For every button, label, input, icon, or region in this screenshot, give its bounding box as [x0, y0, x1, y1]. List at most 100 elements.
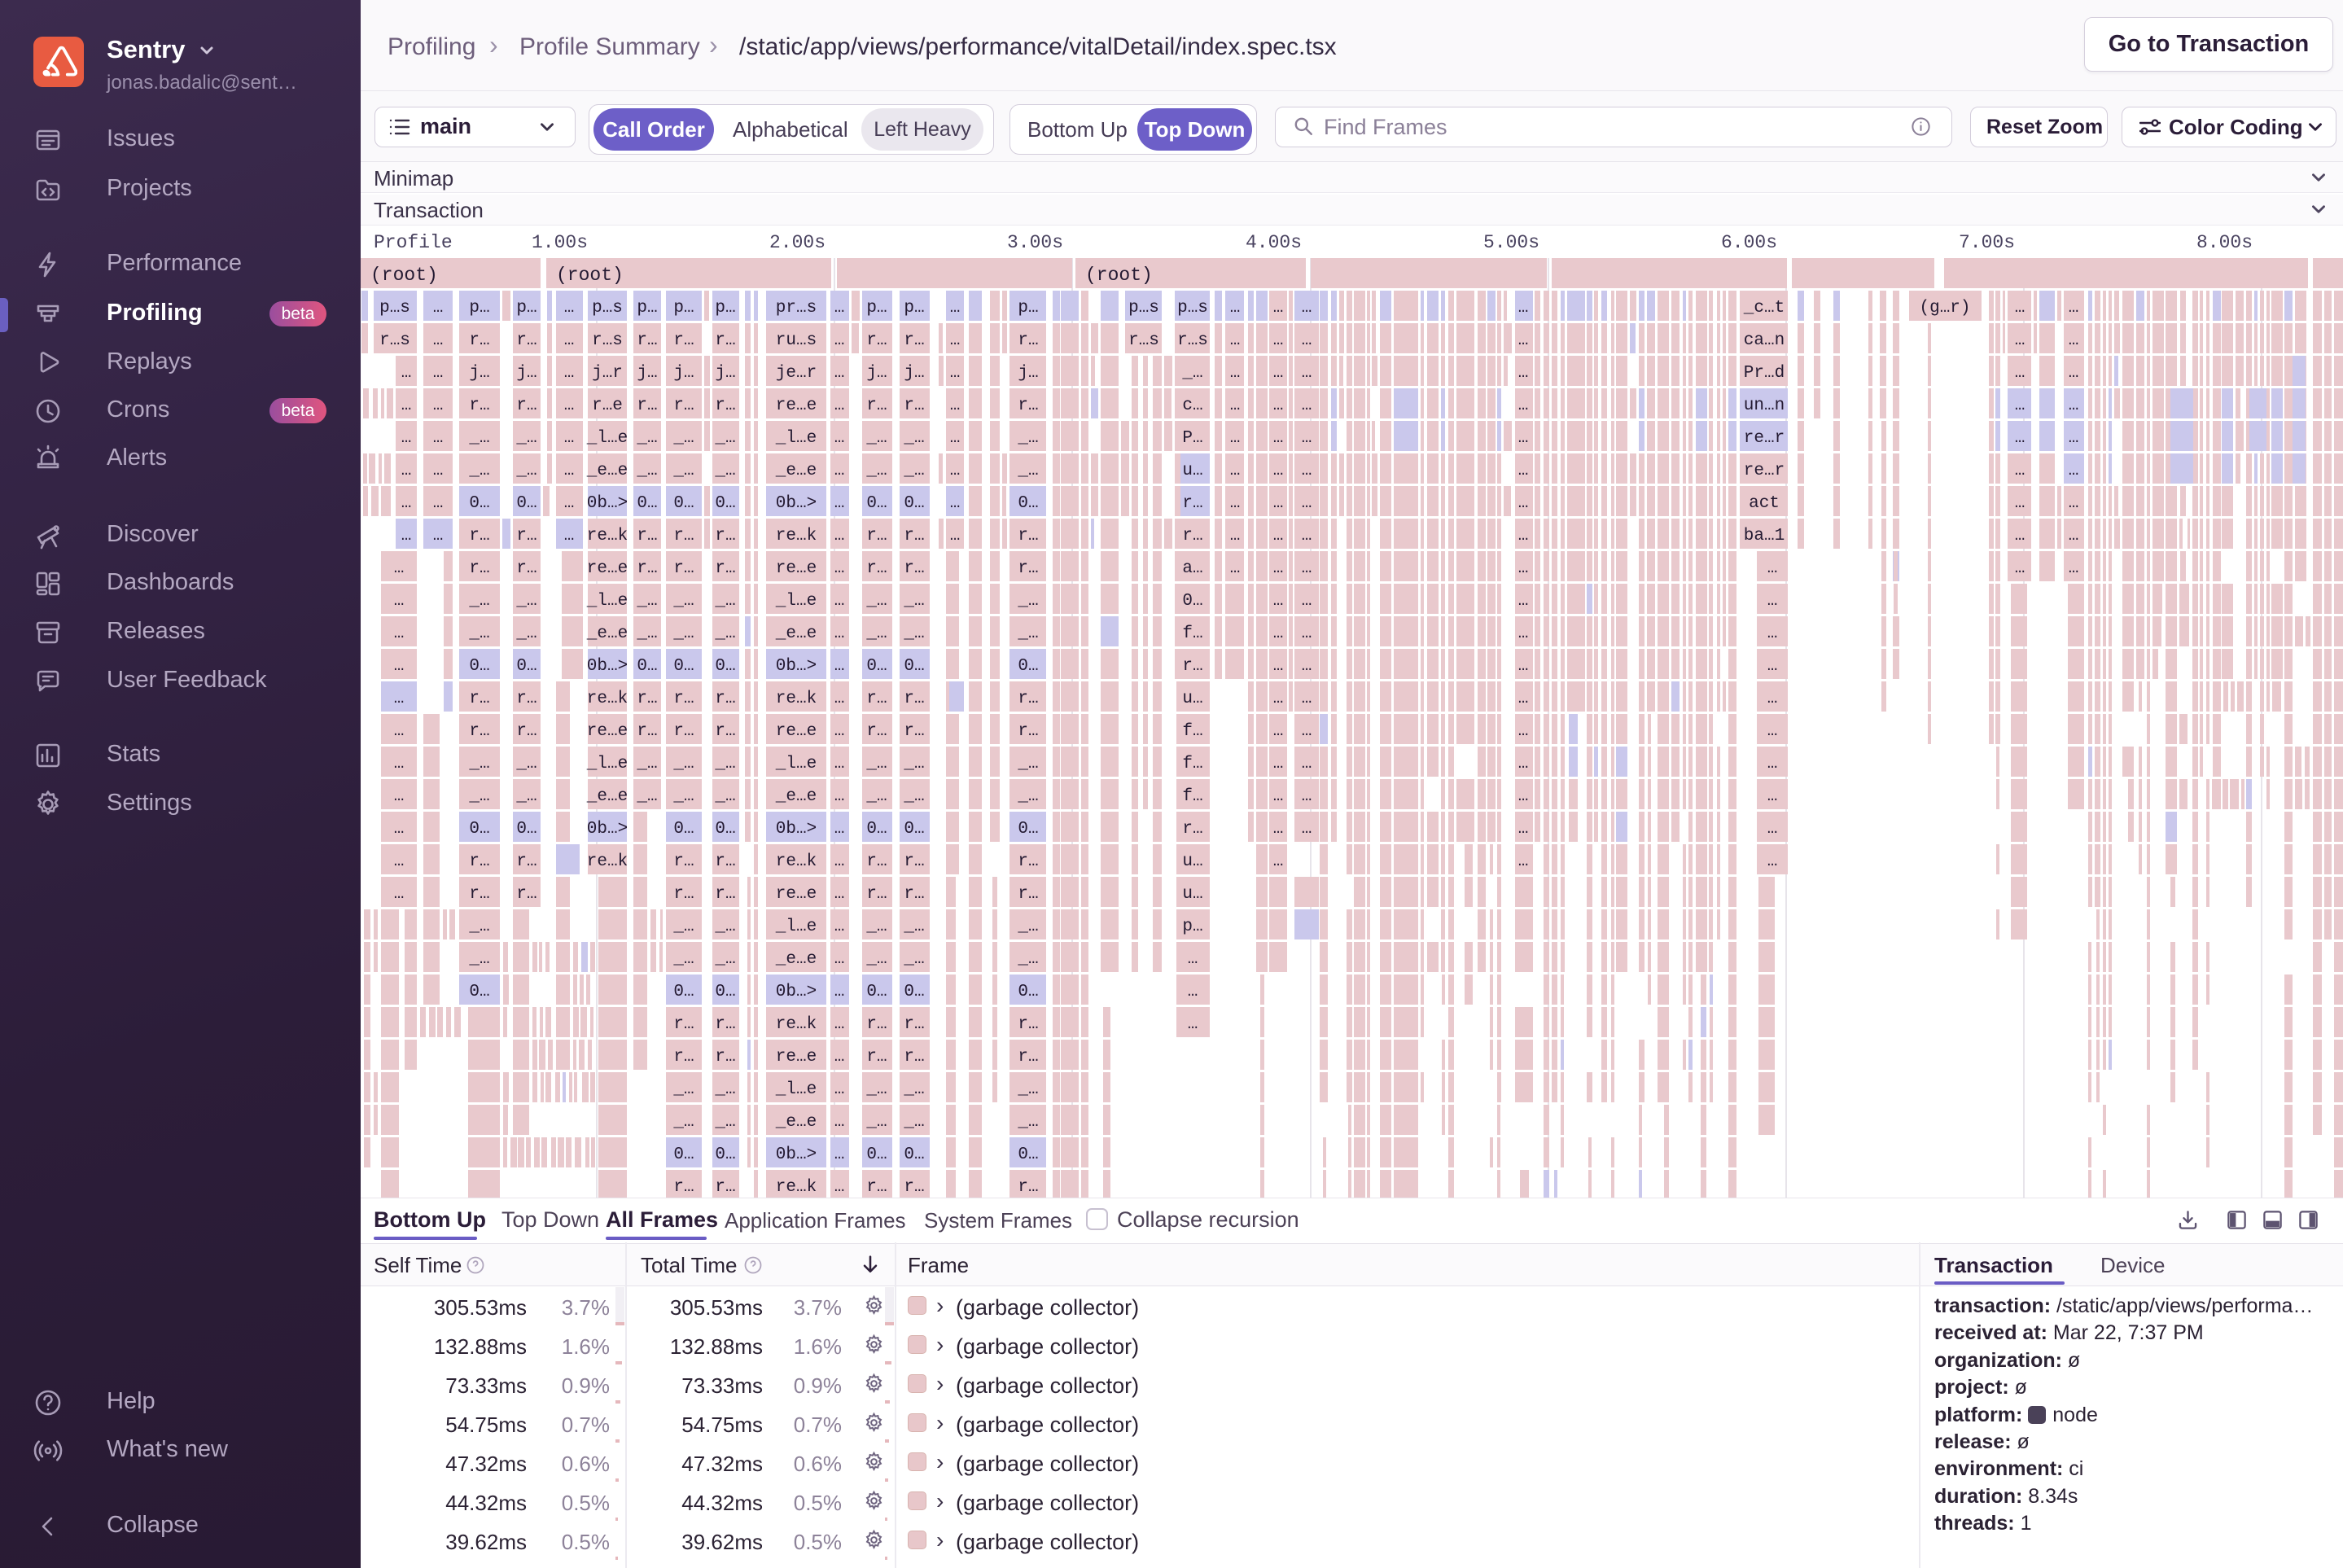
- svg-text:_…: _…: [468, 755, 489, 773]
- svg-text:0…: 0…: [516, 494, 536, 513]
- svg-text:p…: p…: [469, 299, 489, 318]
- svg-text:_…: _…: [515, 462, 536, 480]
- svg-text:…: …: [394, 787, 405, 806]
- svg-text:p…s: p…s: [592, 299, 623, 318]
- svg-text:_…: _…: [903, 592, 924, 611]
- svg-text:…: …: [950, 331, 961, 350]
- svg-text:…: …: [1767, 787, 1778, 806]
- svg-text:p…s: p…s: [379, 299, 410, 318]
- svg-text:0…: 0…: [469, 494, 489, 513]
- svg-text:r…: r…: [866, 331, 887, 350]
- svg-text:j…: j…: [637, 364, 657, 383]
- svg-text:re…k: re…k: [587, 690, 628, 708]
- svg-text:j…: j…: [673, 364, 694, 383]
- svg-text:_…: _…: [1017, 787, 1038, 806]
- svg-text:_…: _…: [714, 624, 735, 643]
- svg-text:r…: r…: [1018, 690, 1038, 708]
- svg-text:…: …: [834, 950, 845, 969]
- svg-text:_…: _…: [903, 1113, 924, 1132]
- svg-text:r…: r…: [1018, 852, 1038, 871]
- svg-text:…: …: [564, 494, 575, 513]
- svg-text:r…: r…: [866, 396, 887, 415]
- svg-text:re…e: re…e: [776, 722, 817, 741]
- svg-text:r…: r…: [673, 396, 694, 415]
- svg-text:_l…e: _l…e: [775, 592, 817, 611]
- svg-text:…: …: [2069, 527, 2079, 545]
- svg-text:…: …: [1302, 722, 1312, 741]
- svg-text:…: …: [1273, 755, 1284, 773]
- svg-text:…: …: [1273, 722, 1284, 741]
- svg-text:…: …: [2069, 364, 2079, 383]
- svg-text:_…: _…: [714, 787, 735, 806]
- svg-text:_…: _…: [672, 592, 694, 611]
- svg-text:0…: 0…: [673, 983, 694, 1001]
- svg-text:…: …: [394, 755, 405, 773]
- svg-text:_…: _…: [515, 624, 536, 643]
- svg-text:_e…e: _e…e: [586, 624, 628, 643]
- svg-text:…: …: [834, 852, 845, 871]
- svg-text:_…: _…: [714, 429, 735, 448]
- svg-text:…: …: [834, 1048, 845, 1067]
- svg-text:re…e: re…e: [776, 559, 817, 578]
- svg-text:…: …: [1302, 527, 1312, 545]
- svg-text:…: …: [1302, 755, 1312, 773]
- svg-text:0…: 0…: [516, 820, 536, 839]
- svg-text:r…: r…: [637, 722, 657, 741]
- svg-text:…: …: [2069, 559, 2079, 578]
- svg-text:r…: r…: [715, 885, 735, 904]
- svg-text:…: …: [2069, 331, 2079, 350]
- svg-text:…: …: [1188, 1015, 1198, 1034]
- svg-text:…: …: [433, 396, 444, 415]
- svg-text:0…: 0…: [866, 983, 887, 1001]
- svg-text:0…: 0…: [469, 820, 489, 839]
- svg-text:…: …: [834, 1178, 845, 1197]
- svg-text:r…: r…: [1018, 1178, 1038, 1197]
- svg-text:r…: r…: [516, 852, 536, 871]
- svg-text:_…: _…: [903, 624, 924, 643]
- svg-text:r…: r…: [469, 527, 489, 545]
- svg-text:0…: 0…: [866, 820, 887, 839]
- svg-text:…: …: [834, 1080, 845, 1099]
- svg-text:r…: r…: [904, 527, 924, 545]
- svg-text:0b…>: 0b…>: [776, 1145, 817, 1164]
- svg-text:…: …: [834, 657, 845, 676]
- svg-text:r…: r…: [1182, 527, 1202, 545]
- svg-text:p…s: p…s: [1128, 299, 1159, 318]
- svg-text:…: …: [1302, 462, 1312, 480]
- svg-text:_…: _…: [714, 1080, 735, 1099]
- svg-text:…: …: [950, 429, 961, 448]
- svg-text:…: …: [1302, 494, 1312, 513]
- svg-text:u…: u…: [1182, 885, 1202, 904]
- svg-text:r…: r…: [516, 331, 536, 350]
- svg-text:…: …: [1518, 429, 1529, 448]
- svg-text:0…: 0…: [516, 657, 536, 676]
- svg-text:_…: _…: [672, 1113, 694, 1132]
- svg-text:_…: _…: [1017, 624, 1038, 643]
- svg-text:0…: 0…: [715, 983, 735, 1001]
- svg-text:…: …: [1273, 852, 1284, 871]
- svg-text:_…: _…: [515, 787, 536, 806]
- svg-text:_…: _…: [636, 429, 657, 448]
- svg-text:0…: 0…: [715, 820, 735, 839]
- svg-text:r…: r…: [637, 559, 657, 578]
- svg-text:_…: _…: [903, 918, 924, 936]
- svg-text:re…e: re…e: [776, 885, 817, 904]
- svg-text:…: …: [834, 690, 845, 708]
- svg-text:…: …: [2069, 429, 2079, 448]
- svg-text:r…: r…: [673, 690, 694, 708]
- svg-text:j…: j…: [715, 364, 735, 383]
- svg-text:re…k: re…k: [776, 852, 817, 871]
- svg-text:…: …: [433, 364, 444, 383]
- svg-text:p…: p…: [673, 299, 694, 318]
- svg-text:r…: r…: [904, 1178, 924, 1197]
- svg-text:…: …: [1273, 462, 1284, 480]
- svg-text:…: …: [834, 787, 845, 806]
- svg-text:_…: _…: [865, 1113, 887, 1132]
- svg-text:…: …: [394, 624, 405, 643]
- svg-text:a…: a…: [1182, 559, 1202, 578]
- svg-text:0…: 0…: [673, 657, 694, 676]
- svg-text:r…s: r…s: [379, 331, 410, 350]
- svg-text:f…: f…: [1182, 722, 1202, 741]
- svg-text:…: …: [401, 396, 412, 415]
- svg-text:…: …: [1273, 820, 1284, 839]
